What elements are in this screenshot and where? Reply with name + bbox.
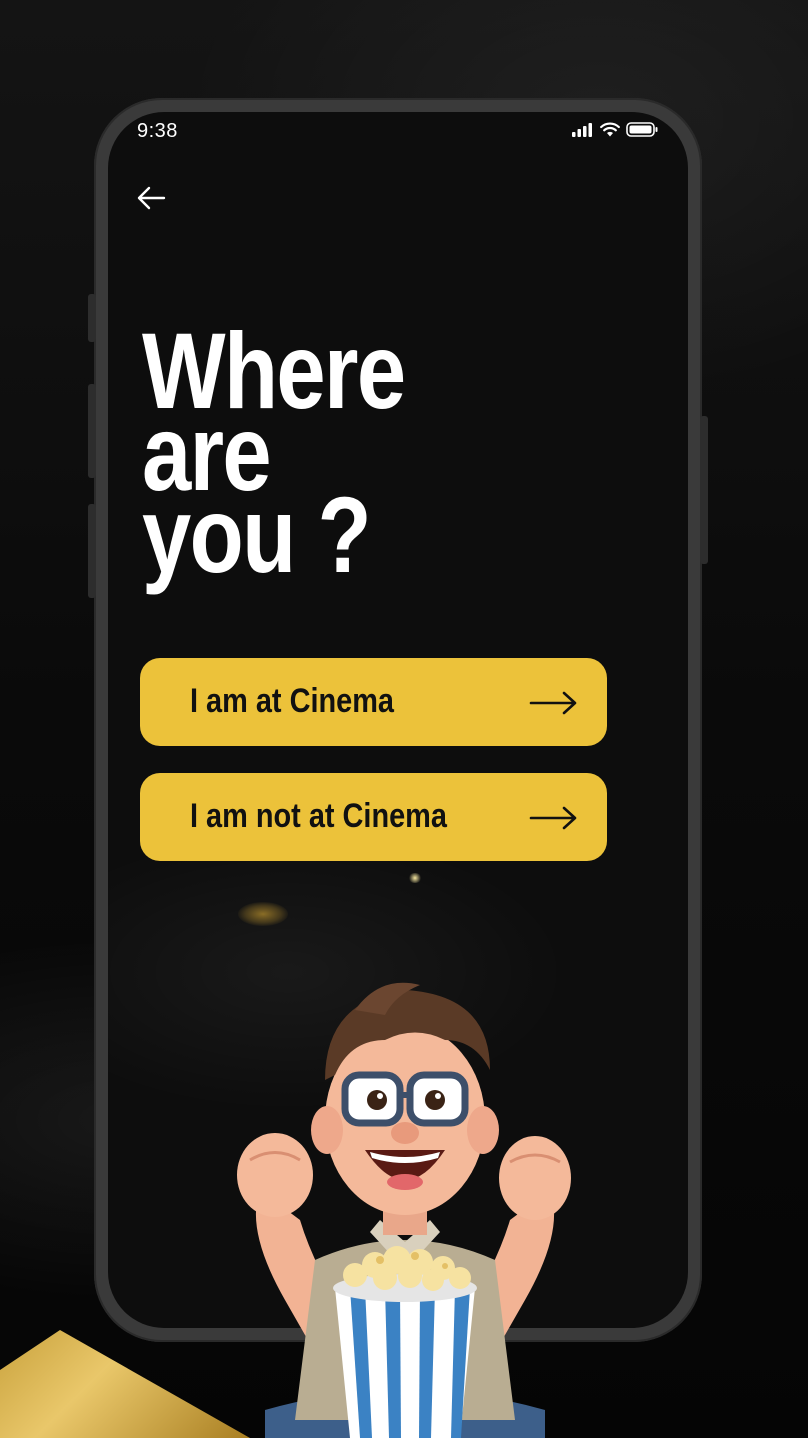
- not-at-cinema-label: I am not at Cinema: [190, 797, 447, 835]
- page-title-line: you ?: [142, 474, 372, 595]
- popcorn-character-illustration: [237, 982, 571, 1438]
- arrow-right-icon: [529, 806, 577, 830]
- battery-icon: [626, 122, 658, 137]
- phone-side-button: [700, 416, 708, 564]
- page-title: Where are you ?: [142, 317, 406, 595]
- status-time: 9:38: [137, 120, 178, 142]
- arrow-right-icon: [529, 691, 577, 715]
- coin-glint: [238, 902, 288, 926]
- arrow-left-icon: [137, 186, 166, 210]
- light-glint: [408, 873, 422, 883]
- wifi-icon: [600, 122, 620, 137]
- phone-side-button: [88, 384, 96, 478]
- phone-side-button: [88, 294, 96, 342]
- at-cinema-button[interactable]: I am at Cinema: [140, 658, 607, 746]
- back-button[interactable]: [134, 182, 170, 214]
- not-at-cinema-button[interactable]: I am not at Cinema: [140, 773, 607, 861]
- phone-side-button: [88, 504, 96, 598]
- status-icons: [572, 122, 658, 137]
- at-cinema-label: I am at Cinema: [190, 682, 394, 720]
- signal-icon: [572, 122, 592, 137]
